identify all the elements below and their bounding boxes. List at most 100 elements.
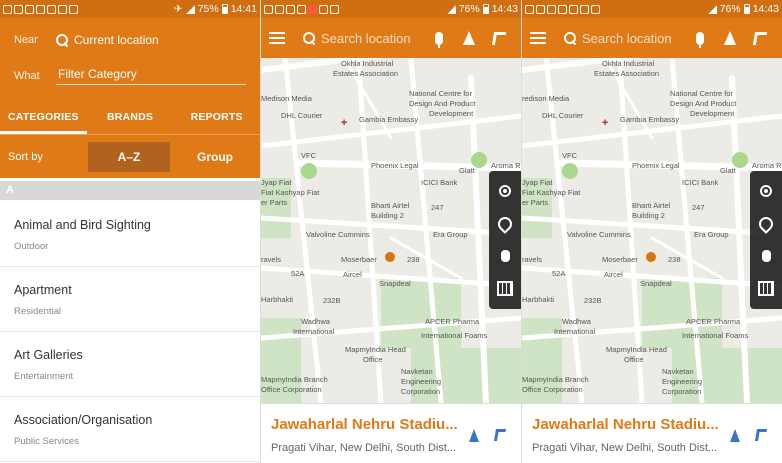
category-name: Apartment [14,283,72,297]
app-icon [286,4,295,14]
svg-text:APCER Pharma: APCER Pharma [686,317,741,326]
clock: 14:43 [491,3,518,15]
battery-icon [221,4,228,14]
svg-text:Gambia Embassy: Gambia Embassy [620,115,679,124]
svg-text:Okhla Industrial: Okhla Industrial [602,59,654,68]
category-name: Association/Organisation [14,413,153,427]
filter-category-input[interactable]: Filter Category [56,67,246,85]
navigation-icon[interactable] [463,31,475,45]
app-icon [330,4,339,14]
svg-text:International Foams: International Foams [682,331,749,340]
svg-text:Era Group: Era Group [433,230,468,239]
svg-text:er Parts: er Parts [522,198,549,207]
app-icon [536,4,545,14]
search-location-input[interactable]: Search location [582,31,696,46]
map-layers-icon[interactable] [758,281,774,297]
svg-text:Office: Office [624,355,643,364]
svg-text:Moserbaer: Moserbaer [602,255,638,264]
svg-text:MapmyIndia Branch: MapmyIndia Branch [261,375,328,384]
search-icon [56,34,68,46]
search-location-input[interactable]: Search location [321,31,435,46]
mic-icon[interactable] [696,31,704,48]
app-icon [308,4,317,14]
svg-text:MapmyIndia Head: MapmyIndia Head [606,345,667,354]
svg-text:Valvoline Cummins: Valvoline Cummins [306,230,370,239]
directions-icon[interactable] [752,31,768,45]
place-info-bar[interactable]: Jawaharlal Nehru Stadiu... Pragati Vihar… [522,403,782,463]
sort-label: Sort by [8,150,43,163]
locate-me-icon[interactable] [497,183,513,199]
svg-text:Bharti Airtel: Bharti Airtel [371,201,410,210]
svg-text:Corporation: Corporation [662,387,701,396]
list-item[interactable]: Apartment Residential [0,267,260,332]
map-layers-icon[interactable] [497,281,513,297]
battery-icon [482,4,489,14]
tab-bar: CATEGORIES BRANDS REPORTS [0,102,260,134]
svg-text:ICICI Bank: ICICI Bank [682,178,719,187]
app-icon [36,4,45,14]
menu-icon[interactable] [269,32,285,44]
directions-icon[interactable] [754,429,768,441]
svg-text:Snapdeal: Snapdeal [379,279,411,288]
tab-brands[interactable]: BRANDS [87,102,174,134]
svg-text:Fiat Kashyap Fiat: Fiat Kashyap Fiat [261,188,320,197]
svg-text:Development: Development [429,109,474,118]
map-canvas: ✚ Okhla Industrial Estates Association r… [522,18,782,403]
svg-text:DHL Courier: DHL Courier [281,111,323,120]
what-row: What Filter Category [0,62,260,90]
report-icon[interactable] [758,248,774,264]
status-bar: 76% 14:43 [522,0,782,18]
app-icon [58,4,67,14]
map-screen: 76% 14:43 ✚ Okhla Industrial Estates Ass… [261,0,521,463]
tab-reports[interactable]: REPORTS [173,102,260,134]
near-location-value: Current location [74,33,159,47]
report-icon[interactable] [497,248,513,264]
sort-az-button[interactable]: A–Z [88,141,170,172]
place-address: Pragati Vihar, New Delhi, South Dist... [271,442,457,454]
battery-icon [743,4,750,14]
navigate-icon[interactable] [730,429,740,442]
map-canvas: ✚ Okhla Industrial Estates Association M… [261,18,521,403]
menu-icon[interactable] [530,32,546,44]
category-group: Outdoor [14,241,49,252]
locate-me-icon[interactable] [758,183,774,199]
list-item[interactable]: Art Galleries Entertainment [0,332,260,397]
app-icon [275,4,284,14]
svg-text:MapmyIndia Branch: MapmyIndia Branch [522,375,589,384]
category-group: Entertainment [14,371,74,382]
list-item[interactable]: Association/Organisation Public Services [0,397,260,462]
mic-icon[interactable] [435,31,443,48]
svg-text:ravels: ravels [261,255,281,264]
sort-group-button[interactable]: Group [170,142,260,172]
svg-text:Jyap Fiat: Jyap Fiat [522,178,553,187]
app-icon [14,4,23,14]
map-view[interactable]: ✚ Okhla Industrial Estates Association M… [261,18,521,403]
svg-text:Office: Office [363,355,382,364]
near-location-button[interactable]: Current location [56,33,159,47]
section-header: A [0,181,260,200]
svg-text:✚: ✚ [602,118,609,127]
svg-text:Glatt: Glatt [720,166,737,175]
wifi-icon: ✈ [173,3,183,15]
navigate-icon[interactable] [469,429,479,442]
svg-text:Snapdeal: Snapdeal [640,279,672,288]
place-info-bar[interactable]: Jawaharlal Nehru Stadiu... Pragati Vihar… [261,403,521,463]
tab-categories[interactable]: CATEGORIES [0,102,87,134]
svg-text:er Parts: er Parts [261,198,288,207]
map-view[interactable]: ✚ Okhla Industrial Estates Association r… [522,18,782,403]
list-item[interactable]: Animal and Bird Sighting Outdoor [0,202,260,267]
svg-text:Harbhakti: Harbhakti [261,295,293,304]
app-icon [264,4,273,14]
search-icon [303,32,315,44]
directions-icon[interactable] [493,429,507,441]
svg-text:52A: 52A [291,269,304,278]
pin-icon[interactable] [497,216,513,232]
category-screen: ✈ 75% 14:41 Near Current location What F… [0,0,260,463]
directions-icon[interactable] [491,31,507,45]
svg-text:247: 247 [692,203,705,212]
category-group: Residential [14,306,61,317]
category-name: Animal and Bird Sighting [14,218,151,232]
pin-icon[interactable] [758,216,774,232]
battery-percent: 76% [719,3,741,15]
navigation-icon[interactable] [724,31,736,45]
